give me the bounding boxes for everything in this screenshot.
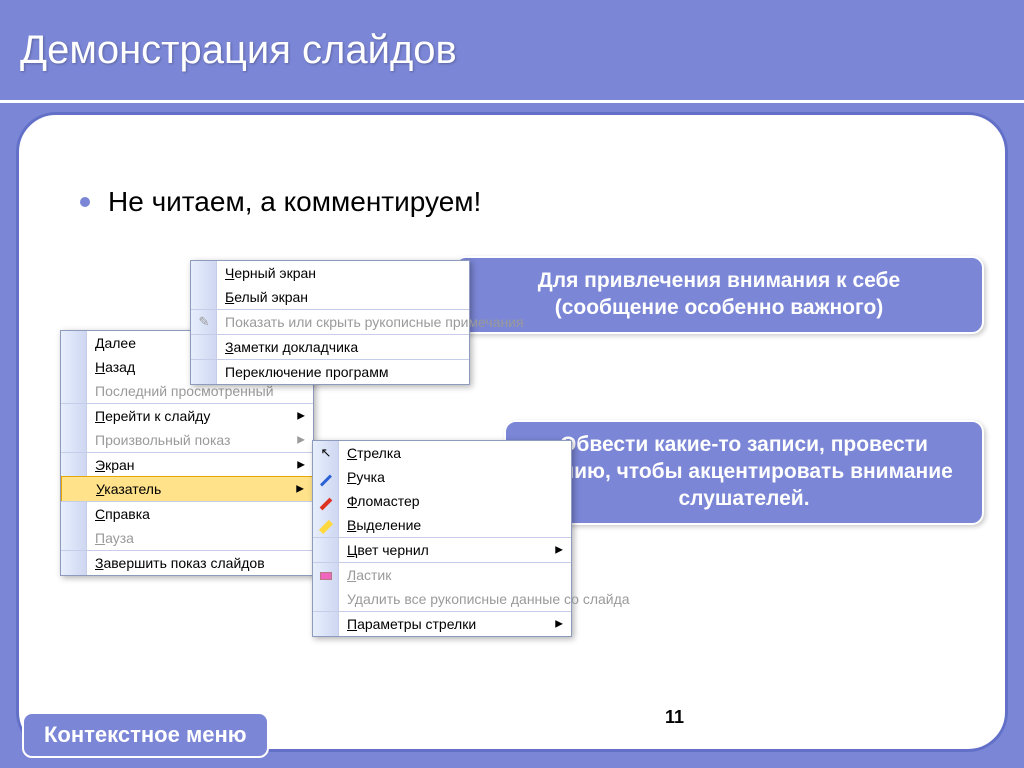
menu-item-label: Выделение — [347, 517, 421, 533]
menu-item-label: Черный экран — [225, 265, 316, 281]
menu-item-label: Показать или скрыть рукописные примечани… — [225, 314, 524, 330]
pointer-menu-item-2[interactable]: Фломастер — [313, 489, 571, 513]
main-menu-item-6[interactable]: Указатель ▶ — [61, 476, 313, 502]
menu-item-label: Фломастер — [347, 493, 420, 509]
slide-number: 11 — [665, 707, 684, 728]
screen-menu-item-1[interactable]: Белый экран — [191, 285, 469, 309]
main-menu-item-7[interactable]: Справка — [61, 501, 313, 526]
submenu-arrow-icon: ▶ — [297, 460, 305, 471]
menu-icon — [317, 518, 335, 533]
bullet-text: Не читаем, а комментируем! — [108, 186, 481, 218]
context-menu-pointer: ↖ Стрелка Ручка Фломастер Выделение Цвет черн… — [312, 440, 572, 637]
main-menu-item-3[interactable]: Перейти к слайду ▶ — [61, 403, 313, 428]
menu-item-label: Заметки докладчика — [225, 339, 358, 355]
menu-icon — [317, 470, 335, 485]
menu-icon: ✎ — [195, 314, 213, 330]
submenu-arrow-icon: ▶ — [296, 484, 304, 495]
pointer-menu-item-7[interactable]: Параметры стрелки ▶ — [313, 611, 571, 636]
submenu-arrow-icon: ▶ — [555, 619, 563, 630]
main-menu-item-5[interactable]: Экран ▶ — [61, 452, 313, 477]
pointer-menu-item-5: Ластик — [313, 562, 571, 587]
menu-item-label: Экран — [95, 457, 135, 473]
menu-item-label: Произвольный показ — [95, 432, 230, 448]
submenu-arrow-icon: ▶ — [297, 411, 305, 422]
pointer-menu-item-4[interactable]: Цвет чернил ▶ — [313, 537, 571, 562]
menu-item-label: Пауза — [95, 530, 134, 546]
menu-item-label: Белый экран — [225, 289, 308, 305]
menu-item-label: Параметры стрелки — [347, 616, 476, 632]
pointer-menu-item-3[interactable]: Выделение — [313, 513, 571, 537]
menu-item-label: Удалить все рукописные данные со слайда — [347, 591, 630, 607]
menu-item-label: Назад — [95, 359, 135, 375]
main-menu-item-8: Пауза — [61, 526, 313, 550]
footer-label: Контекстное меню — [22, 712, 269, 758]
menu-item-label: Указатель — [96, 481, 161, 497]
title-divider — [0, 100, 1024, 103]
submenu-arrow-icon: ▶ — [297, 435, 305, 446]
menu-item-label: Стрелка — [347, 445, 401, 461]
screen-menu-item-0[interactable]: Черный экран — [191, 261, 469, 285]
menu-item-label: Перейти к слайду — [95, 408, 210, 424]
menu-icon — [317, 568, 335, 583]
menu-icon — [317, 494, 335, 509]
menu-item-label: Ластик — [347, 567, 391, 583]
pointer-menu-item-0[interactable]: ↖ Стрелка — [313, 441, 571, 465]
main-menu-item-9[interactable]: Завершить показ слайдов — [61, 550, 313, 575]
screen-menu-item-3[interactable]: Заметки докладчика — [191, 334, 469, 359]
bullet-dot-icon — [80, 197, 90, 207]
menu-item-label: Ручка — [347, 469, 385, 485]
context-menu-screen: Черный экран Белый экран ✎Показать или скр… — [190, 260, 470, 385]
bullet-row: Не читаем, а комментируем! — [80, 186, 481, 218]
main-menu-item-4: Произвольный показ ▶ — [61, 428, 313, 452]
slide-title: Демонстрация слайдов — [20, 28, 457, 73]
callout-attention: Для привлечения внимания к себе (сообщен… — [454, 256, 984, 334]
screen-menu-item-2: ✎Показать или скрыть рукописные примечан… — [191, 309, 469, 334]
menu-item-label: Последний просмотренный — [95, 383, 274, 399]
pointer-menu-item-6: Удалить все рукописные данные со слайда — [313, 587, 571, 611]
callout-circle: Обвести какие-то записи, провести линию,… — [504, 420, 984, 525]
pointer-menu-item-1[interactable]: Ручка — [313, 465, 571, 489]
menu-item-label: Переключение программ — [225, 364, 388, 380]
menu-item-label: Цвет чернил — [347, 542, 429, 558]
menu-item-label: Завершить показ слайдов — [95, 555, 265, 571]
menu-icon: ↖ — [317, 445, 335, 461]
menu-item-label: Далее — [95, 335, 136, 351]
submenu-arrow-icon: ▶ — [555, 545, 563, 556]
screen-menu-item-4[interactable]: Переключение программ — [191, 359, 469, 384]
menu-item-label: Справка — [95, 506, 150, 522]
